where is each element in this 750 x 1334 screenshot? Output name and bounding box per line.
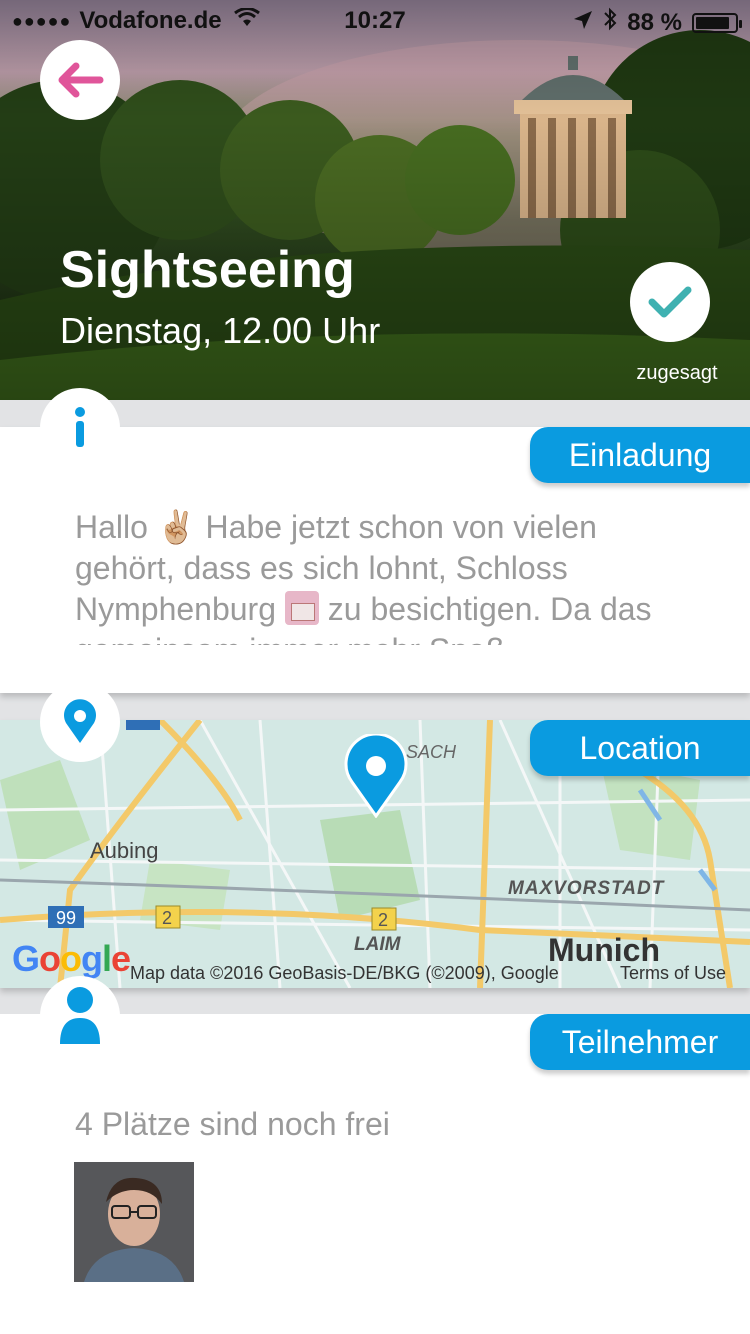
rsvp-button[interactable] [630, 262, 710, 342]
participant-avatar[interactable] [74, 1162, 194, 1282]
location-arrow-icon [573, 9, 593, 37]
event-datetime: Dienstag, 12.00 Uhr [60, 310, 381, 351]
status-bar: ●●●●● Vodafone.de 10:27 88 % [0, 0, 750, 40]
event-title: Sightseeing [60, 241, 355, 299]
map-label-maxvorstadt: MAXVORSTADT [508, 878, 665, 899]
invitation-text: Hallo ✌🏼 Habe jetzt schon von vielen geh… [75, 507, 695, 645]
hero-header: ●●●●● Vodafone.de 10:27 88 % Sightseeing… [0, 0, 750, 400]
rsvp-status-label: zugesagt [636, 362, 718, 384]
road-badge-2a: 2 [162, 908, 173, 928]
road-badge-99: 99 [56, 908, 77, 928]
person-icon-badge [40, 976, 120, 1056]
person-icon [60, 987, 100, 1044]
check-icon [648, 286, 692, 318]
map-label-aubing: Aubing [90, 838, 159, 863]
tab-einladung[interactable]: Einladung [530, 427, 750, 483]
castle-emoji-icon [284, 591, 319, 625]
map-pin-icon[interactable] [342, 734, 410, 818]
battery-icon [692, 12, 742, 33]
status-right: 88 % [573, 7, 742, 38]
battery-percent: 88 % [627, 8, 682, 36]
info-icon [75, 407, 85, 447]
battery-fill [696, 16, 729, 29]
bluetooth-icon [603, 7, 617, 38]
location-pin-icon [64, 699, 96, 743]
back-button[interactable] [40, 40, 120, 120]
google-logo: Google [12, 938, 131, 979]
info-icon-badge [40, 388, 120, 468]
map-attribution: Map data ©2016 GeoBasis-DE/BKG (©2009), … [130, 963, 559, 983]
back-arrow-icon [58, 62, 104, 98]
map-label-laim: LAIM [354, 934, 401, 955]
tab-teilnehmer[interactable]: Teilnehmer [530, 1014, 750, 1070]
location-icon-badge [40, 682, 120, 762]
map-terms-link[interactable]: Terms of Use [620, 963, 726, 984]
free-spots-text: 4 Plätze sind noch frei [75, 1106, 390, 1142]
map-label-sach: SACH [406, 742, 457, 762]
tab-location[interactable]: Location [530, 720, 750, 776]
avatar-photo [74, 1162, 194, 1282]
road-badge-2b: 2 [378, 910, 389, 930]
